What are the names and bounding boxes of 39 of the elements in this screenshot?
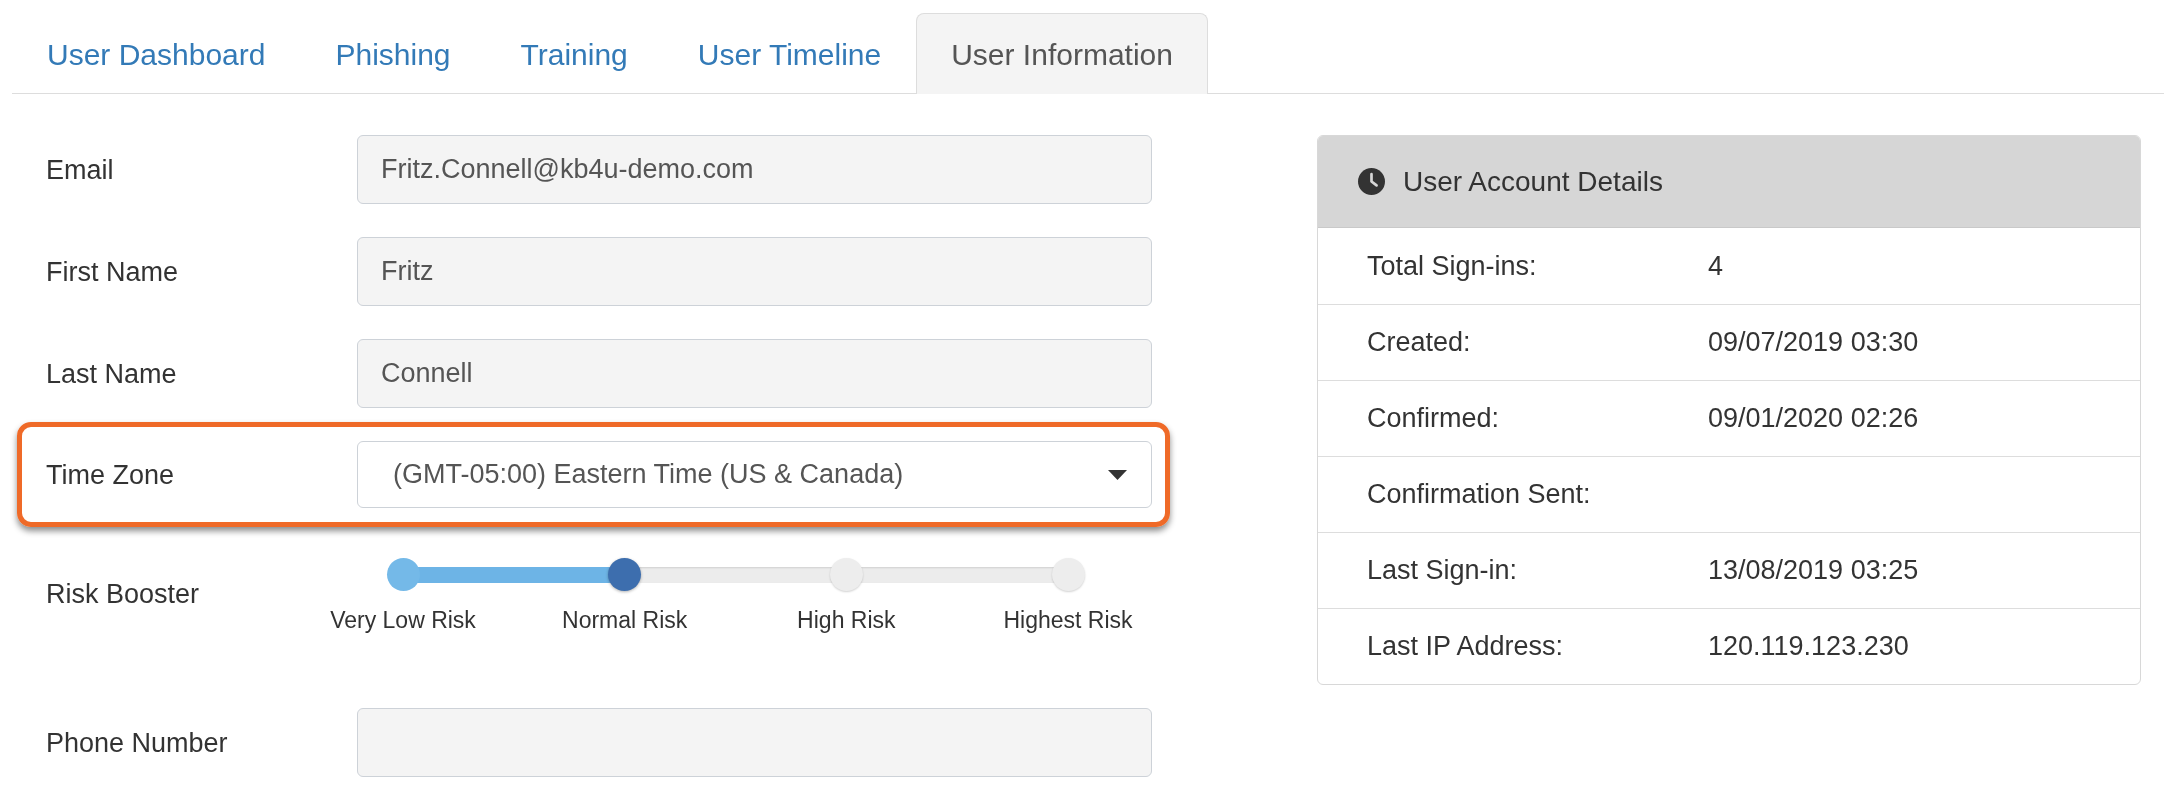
panel-title: User Account Details (1403, 164, 1663, 199)
tick-label: Normal Risk (562, 607, 688, 634)
tab[interactable]: Training (485, 13, 663, 94)
tab[interactable]: Phishing (300, 13, 486, 94)
tick-label: Highest Risk (1003, 607, 1133, 634)
dropdown[interactable]: (GMT-05:00) Eastern Time (US & Canada) (357, 441, 1152, 508)
tick-label: High Risk (797, 607, 896, 634)
field-label: Email (46, 153, 115, 186)
tab[interactable]: User Dashboard (12, 13, 301, 94)
detail-value: 120.119.123.230 (1708, 630, 1909, 664)
field-label: First Name (46, 255, 179, 288)
detail-label: Confirmation Sent: (1367, 478, 1592, 512)
input-field[interactable]: Fritz (357, 237, 1152, 306)
detail-label: Last Sign-in: (1367, 554, 1519, 588)
tab[interactable]: User Information (916, 13, 1208, 94)
caret-icon (1108, 469, 1127, 480)
field-label: Risk Booster (46, 578, 201, 610)
field-label: Time Zone (46, 458, 176, 491)
tick-label: Very Low Risk (330, 607, 476, 634)
detail-value: 13/08/2019 03:25 (1708, 554, 1919, 588)
detail-label: Confirmed: (1367, 402, 1501, 436)
slider-tick (829, 558, 863, 591)
detail-label: Total Sign-ins: (1367, 249, 1538, 283)
input-field[interactable]: Connell (357, 339, 1152, 408)
detail-value: 09/07/2019 03:30 (1708, 326, 1919, 360)
clock-icon (1358, 168, 1385, 195)
slider-track[interactable] (386, 558, 1085, 591)
input-field[interactable]: Fritz.Connell@kb4u-demo.com (357, 135, 1152, 204)
input-field[interactable] (357, 708, 1152, 777)
detail-value: 09/01/2020 02:26 (1708, 402, 1919, 436)
slider-tick (1051, 558, 1085, 591)
tab[interactable]: User Timeline (662, 13, 917, 94)
field-label: Last Name (46, 357, 178, 390)
slider-handle[interactable] (608, 558, 642, 591)
detail-label: Created: (1367, 326, 1472, 360)
detail-value: 4 (1708, 249, 1724, 283)
detail-label: Last IP Address: (1367, 630, 1565, 664)
field-label: Phone Number (46, 726, 229, 759)
slider-tick (386, 558, 420, 591)
